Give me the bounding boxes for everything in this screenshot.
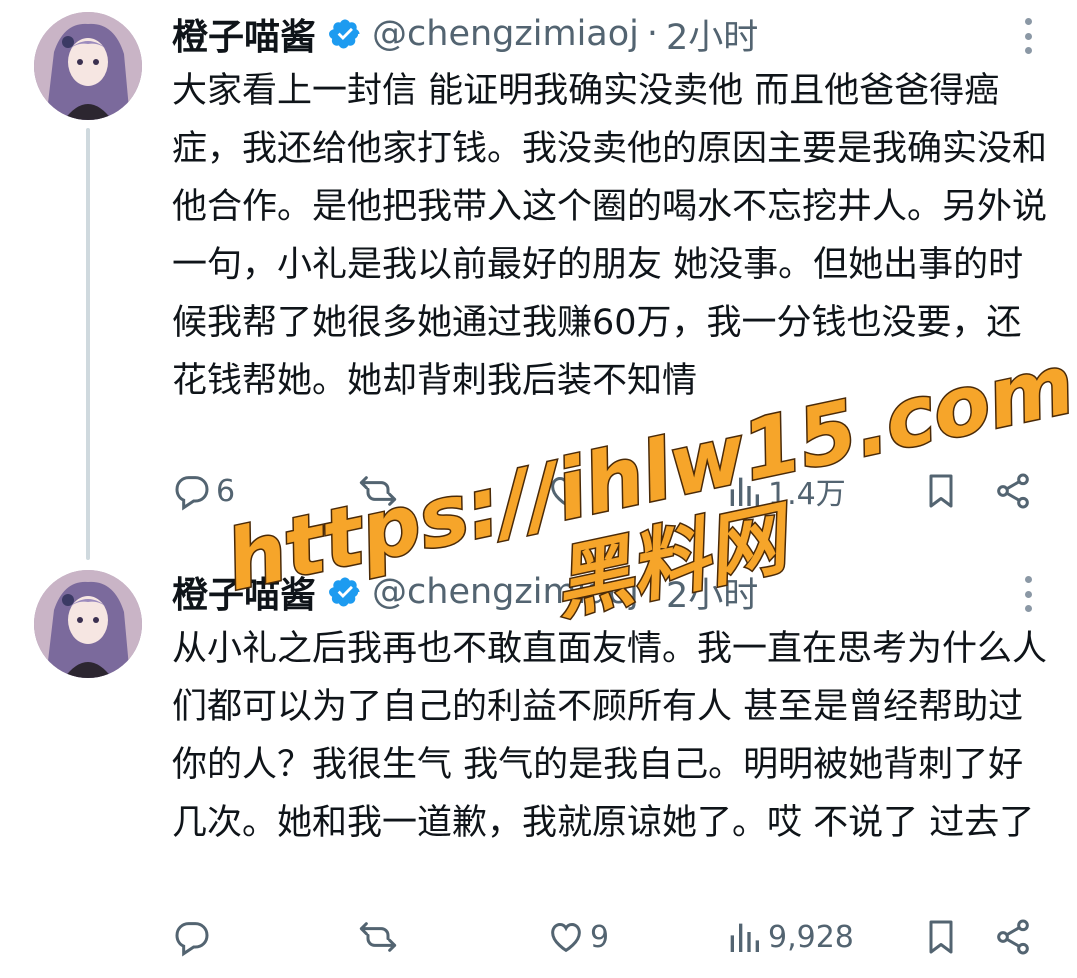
action-bar: 9 9,928: [172, 914, 1033, 960]
avatar[interactable]: [34, 12, 142, 120]
author-handle[interactable]: @chengzimiaoj: [372, 14, 639, 54]
view-count: 9,928: [768, 919, 854, 955]
reply-icon: [175, 922, 209, 957]
retweet-button[interactable]: [358, 471, 402, 511]
action-bar: 6 1.4万: [172, 468, 1033, 514]
timestamp[interactable]: 2小时: [666, 9, 758, 60]
bookmark-icon: [929, 474, 953, 508]
views-icon: [730, 923, 759, 952]
author-name[interactable]: 橙子喵酱: [172, 8, 316, 60]
views-button[interactable]: 1.4万: [724, 469, 846, 513]
tweet[interactable]: 橙子喵酱 @chengzimiaoj · 2小时 大家看上一封信 能证明我确实没…: [0, 0, 1077, 530]
views-button[interactable]: 9,928: [724, 917, 854, 957]
avatar[interactable]: [34, 570, 142, 678]
author-handle[interactable]: @chengzimiaoj: [372, 572, 639, 612]
verified-badge-icon: [329, 19, 360, 49]
bookmark-button[interactable]: [921, 471, 961, 511]
like-count: 9: [590, 919, 610, 955]
reply-icon: [175, 476, 209, 511]
separator-dot: ·: [646, 572, 659, 612]
like-icon: [551, 476, 581, 507]
tweet-header: 橙子喵酱 @chengzimiaoj · 2小时: [172, 566, 758, 618]
share-button[interactable]: [993, 471, 1033, 511]
like-icon: [551, 922, 581, 953]
retweet-icon: [359, 476, 397, 506]
more-options-icon[interactable]: [1023, 576, 1033, 612]
tweet-header: 橙子喵酱 @chengzimiaoj · 2小时: [172, 8, 758, 60]
reply-button[interactable]: [172, 917, 216, 957]
share-icon: [997, 919, 1029, 955]
bookmark-icon: [929, 920, 953, 954]
like-button[interactable]: 9: [546, 917, 609, 957]
share-icon: [997, 473, 1029, 509]
reply-count: 6: [216, 473, 236, 509]
verified-badge-icon: [329, 577, 360, 607]
view-count: 1.4万: [768, 477, 846, 512]
bookmark-button[interactable]: [921, 917, 961, 957]
tweet-thread: 橙子喵酱 @chengzimiaoj · 2小时 大家看上一封信 能证明我确实没…: [0, 0, 1077, 978]
share-button[interactable]: [993, 917, 1033, 957]
views-icon: [730, 477, 759, 506]
like-button[interactable]: [546, 471, 590, 511]
reply-button[interactable]: 6: [172, 471, 235, 511]
tweet[interactable]: 橙子喵酱 @chengzimiaoj · 2小时 从小礼之后我再也不敢直面友情。…: [0, 560, 1077, 978]
timestamp[interactable]: 2小时: [666, 567, 758, 618]
more-options-icon[interactable]: [1023, 18, 1033, 54]
tweet-text: 大家看上一封信 能证明我确实没卖他 而且他爸爸得癌症，我还给他家打钱。我没卖他的…: [172, 71, 1048, 401]
separator-dot: ·: [646, 14, 659, 54]
tweet-text: 从小礼之后我再也不敢直面友情。我一直在思考为什么人们都可以为了自己的利益不顾所有…: [172, 629, 1048, 843]
author-name[interactable]: 橙子喵酱: [172, 566, 316, 618]
retweet-icon: [359, 922, 397, 952]
retweet-button[interactable]: [358, 917, 402, 957]
